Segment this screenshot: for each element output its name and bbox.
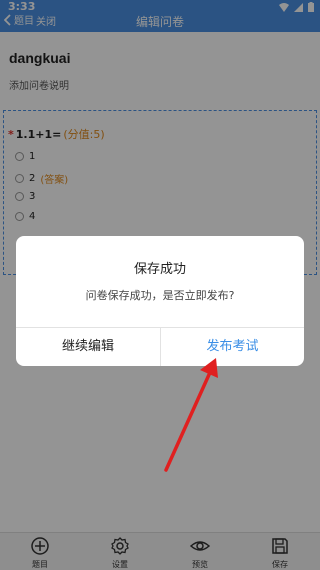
continue-edit-button[interactable]: 继续编辑 (16, 327, 160, 366)
dialog-title: 保存成功 (133, 262, 186, 277)
dialog-message: 问卷保存成功，是否立即发布? (85, 289, 235, 302)
publish-exam-button[interactable]: 发布考试 (161, 327, 304, 366)
save-success-dialog: 保存成功 问卷保存成功，是否立即发布? 继续编辑 发布考试 (16, 236, 304, 366)
